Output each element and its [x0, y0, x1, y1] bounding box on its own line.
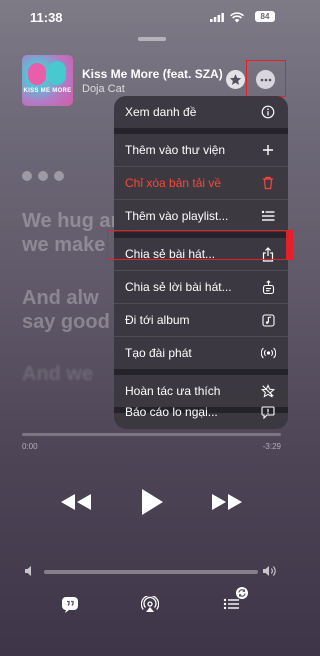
volume-high-icon [263, 566, 276, 576]
album-art-text: KISS ME MORE [23, 88, 72, 94]
unfavorite-star-icon [260, 383, 276, 399]
volume-slider[interactable] [44, 570, 258, 574]
battery-level: 84 [260, 12, 270, 21]
menu-item-add-to-playlist[interactable]: Thêm vào playlist... [114, 200, 288, 232]
star-icon [229, 74, 242, 85]
wifi-icon [230, 12, 244, 23]
menu-item-label: Thêm vào playlist... [125, 209, 229, 223]
menu-item-label: Tạo đài phát [125, 346, 192, 360]
menu-item-label: Thêm vào thư viện [125, 143, 226, 157]
share-song-highlight-box [107, 229, 293, 260]
menu-item-label: Báo cáo lo ngại... [125, 405, 218, 419]
volume-low-icon [25, 566, 31, 576]
menu-item-report-concern[interactable]: Báo cáo lo ngại... [114, 398, 288, 426]
menu-item-go-to-album[interactable]: Đi tới album [114, 304, 288, 336]
context-menu: Xem danh đề Thêm vào thư viện Chỉ xóa bả… [114, 96, 288, 429]
cellular-signal-icon [210, 13, 224, 22]
menu-item-label: Đi tới album [125, 313, 190, 327]
menu-item-remove-download[interactable]: Chỉ xóa bản tải về [114, 167, 288, 199]
radio-icon [260, 345, 276, 361]
favorite-star-button[interactable] [226, 70, 245, 89]
menu-item-view-credits[interactable]: Xem danh đề [114, 96, 288, 128]
report-icon [260, 404, 276, 420]
menu-item-label: Chia sẻ lời bài hát... [125, 280, 232, 294]
airplay-button[interactable] [141, 596, 159, 614]
song-artist[interactable]: Doja Cat [82, 83, 125, 95]
lyric-line[interactable]: And alw [22, 286, 99, 310]
song-title: Kiss Me More (feat. SZA) [82, 67, 223, 81]
menu-item-label: Hoàn tác ưa thích [125, 384, 221, 398]
lyrics-button[interactable] [61, 596, 79, 614]
lyric-line[interactable]: we make [22, 233, 105, 257]
menu-item-create-station[interactable]: Tạo đài phát [114, 337, 288, 369]
menu-item-label: Xem danh đề [125, 105, 197, 119]
remaining-time: -3:29 [262, 442, 281, 451]
status-bar: 11:38 84 [0, 0, 304, 34]
plus-icon [260, 142, 276, 158]
play-button[interactable] [140, 488, 164, 516]
playback-scrubber[interactable] [22, 433, 281, 436]
menu-item-add-to-library[interactable]: Thêm vào thư viện [114, 134, 288, 166]
menu-item-label: Chỉ xóa bản tải về [125, 176, 222, 190]
album-artwork: KISS ME MORE [22, 55, 73, 106]
trash-icon [260, 175, 276, 191]
lyrics-wait-dots [22, 171, 64, 181]
status-time: 11:38 [30, 10, 63, 25]
next-track-button[interactable] [211, 492, 243, 512]
playlist-add-icon [260, 208, 276, 224]
battery-icon: 84 [255, 11, 275, 22]
info-icon [260, 104, 276, 120]
queue-button[interactable] [223, 586, 249, 614]
lyric-line[interactable]: And we [22, 362, 93, 386]
share-lyrics-icon [260, 279, 276, 295]
sheet-grabber[interactable] [138, 37, 166, 41]
more-button-highlight-box [246, 60, 286, 97]
previous-track-button[interactable] [60, 492, 92, 512]
lyric-line[interactable]: say good [22, 310, 110, 334]
album-icon [260, 312, 276, 328]
menu-item-share-lyrics[interactable]: Chia sẻ lời bài hát... [114, 271, 288, 303]
elapsed-time: 0:00 [22, 442, 38, 451]
